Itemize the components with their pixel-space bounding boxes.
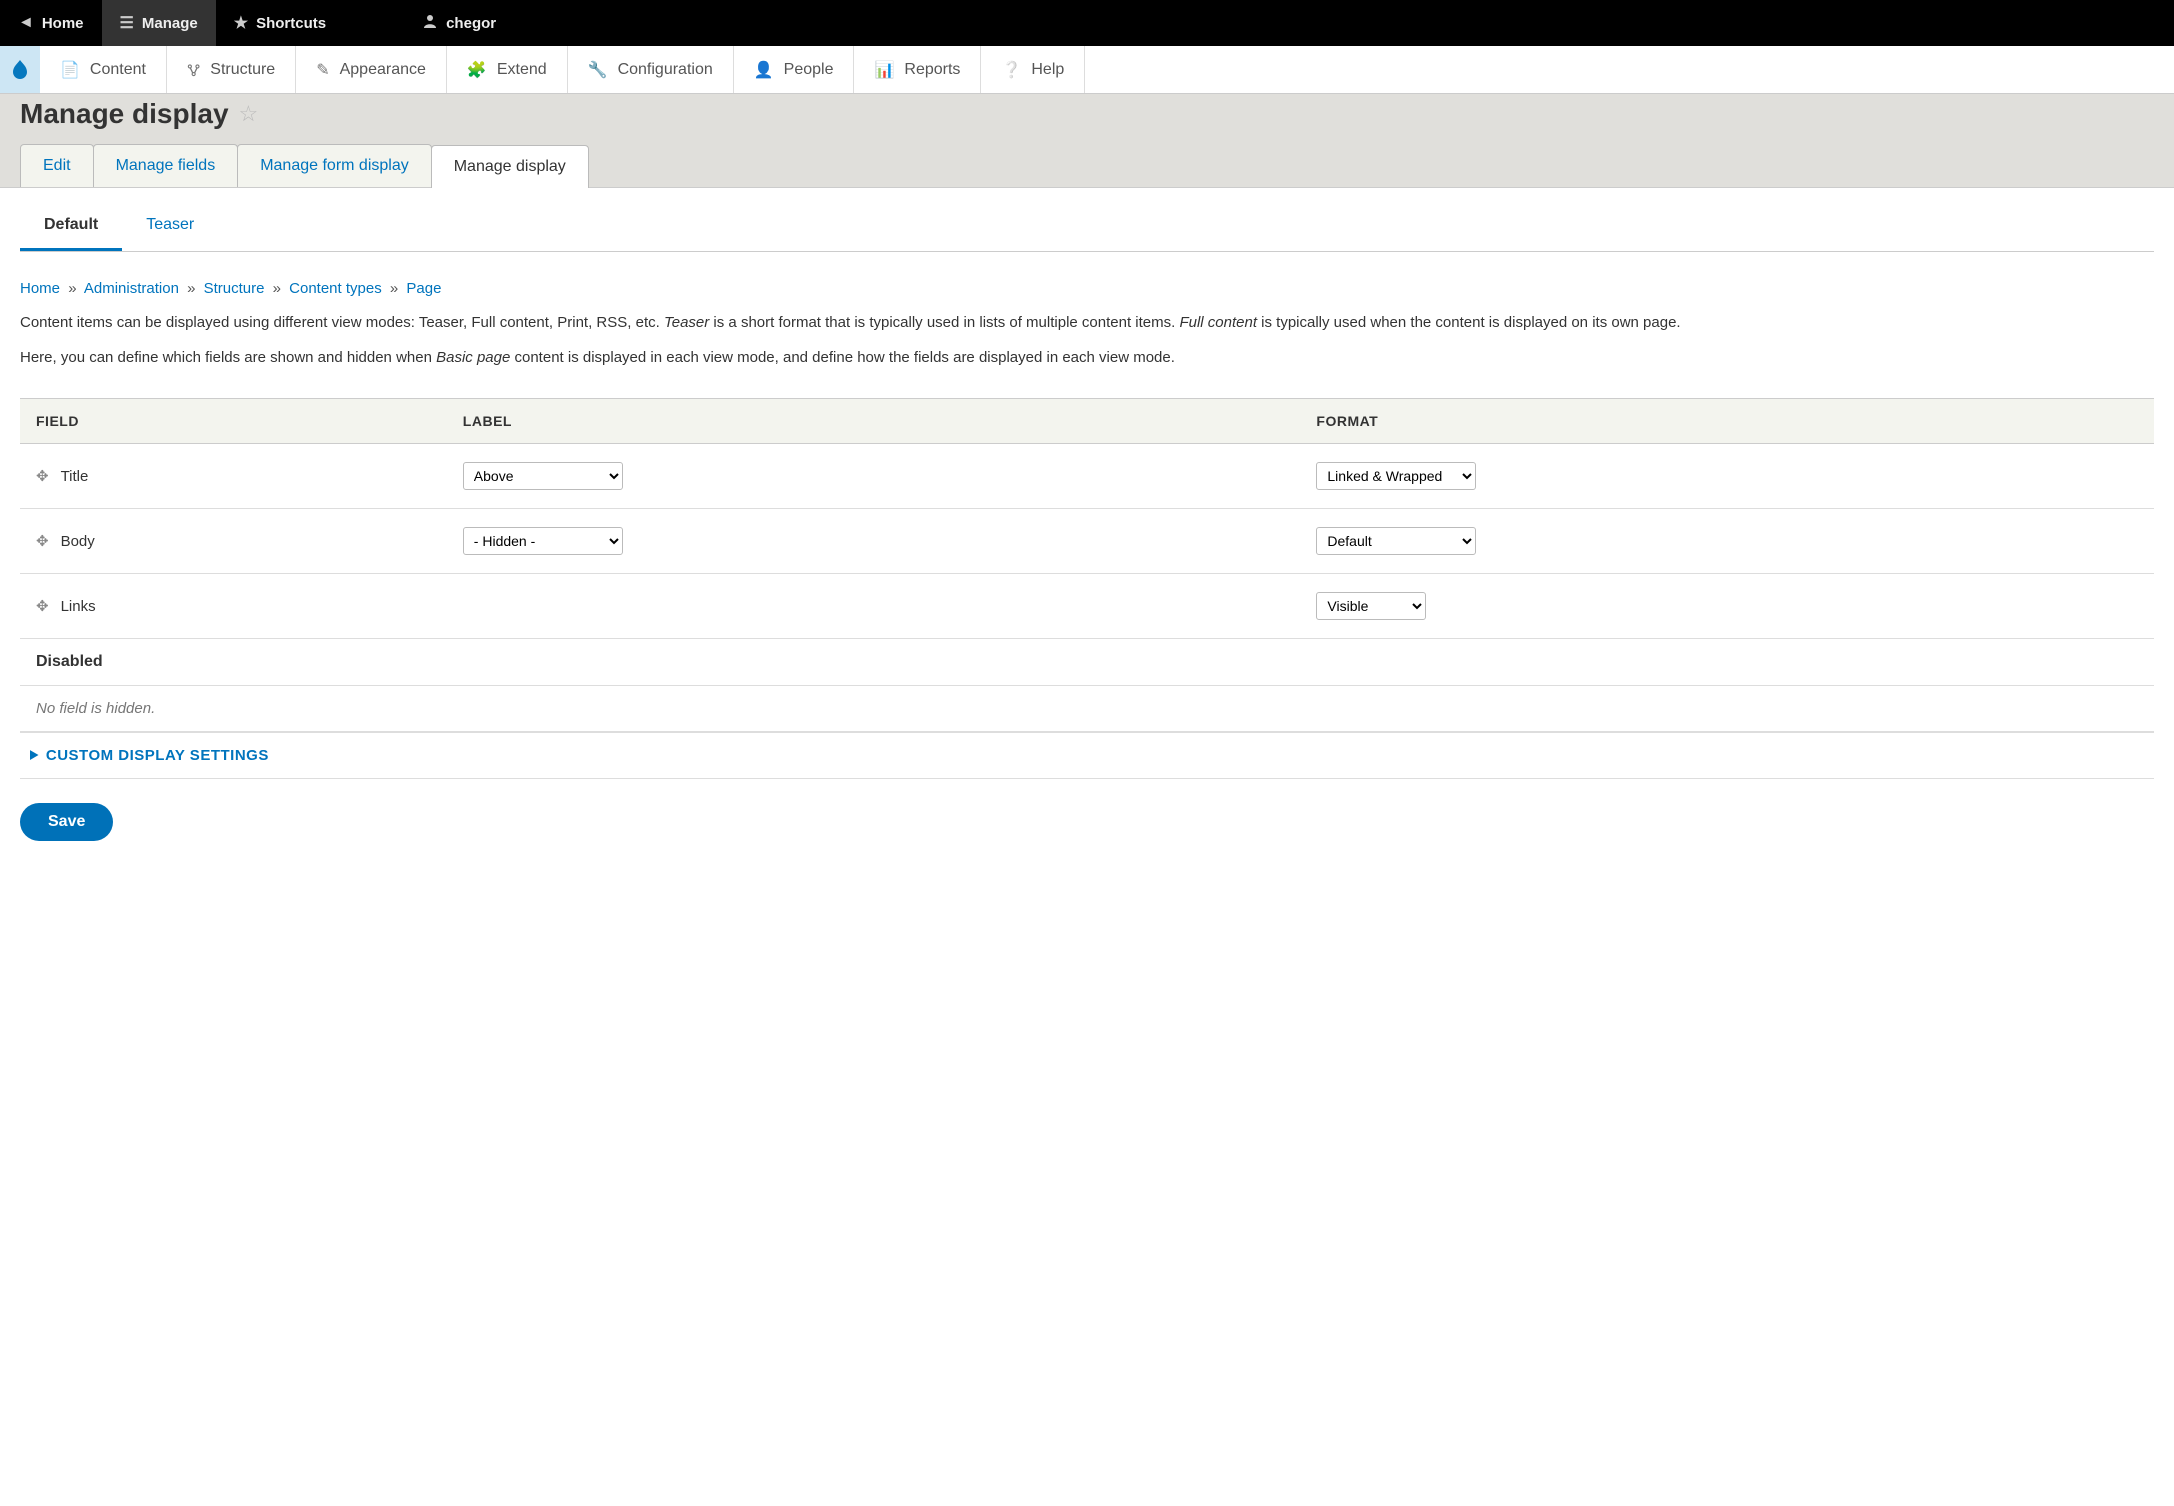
display-mode-tabs: Default Teaser — [20, 206, 2154, 252]
format-select-body[interactable]: Default — [1316, 527, 1476, 555]
menu-content[interactable]: 📄 Content — [40, 46, 167, 93]
field-display-table: FIELD LABEL FORMAT ✥ Title Above Linked &… — [20, 398, 2154, 732]
tab-manage-display[interactable]: Manage display — [431, 145, 589, 188]
menu-people[interactable]: 👤 People — [734, 46, 855, 93]
menu-configuration-label: Configuration — [618, 61, 713, 79]
custom-display-settings-summary[interactable]: CUSTOM DISPLAY SETTINGS — [30, 747, 2144, 764]
format-select-links[interactable]: Visible — [1316, 592, 1426, 620]
toolbar-home-label: Home — [42, 15, 84, 32]
table-row: ✥ Body - Hidden - Default — [20, 508, 2154, 573]
breadcrumb-home[interactable]: Home — [20, 280, 60, 297]
help-icon: ❔ — [1001, 60, 1021, 80]
table-row: ✥ Title Above Linked & Wrapped — [20, 443, 2154, 508]
col-field: FIELD — [20, 398, 447, 443]
file-icon: 📄 — [60, 60, 80, 80]
primary-tabs: Edit Manage fields Manage form display M… — [20, 144, 2154, 187]
brush-icon: ✎ — [316, 60, 329, 80]
breadcrumb-sep: » — [390, 280, 398, 297]
menu-content-label: Content — [90, 61, 146, 79]
menu-extend-label: Extend — [497, 61, 547, 79]
menu-help[interactable]: ❔ Help — [981, 46, 1085, 93]
menu-people-label: People — [784, 61, 834, 79]
toolbar-home[interactable]: ◄ Home — [0, 0, 102, 46]
no-hidden-row: No field is hidden. — [20, 685, 2154, 731]
field-name: Links — [61, 598, 96, 615]
col-format: FORMAT — [1300, 398, 2154, 443]
col-label: LABEL — [447, 398, 1301, 443]
label-select-title[interactable]: Above — [463, 462, 623, 490]
disabled-heading: Disabled — [20, 638, 2154, 685]
menu-extend[interactable]: 🧩 Extend — [447, 46, 568, 93]
subtab-teaser[interactable]: Teaser — [122, 206, 218, 251]
drag-handle-icon[interactable]: ✥ — [36, 533, 49, 550]
breadcrumb-page[interactable]: Page — [406, 280, 441, 297]
shortcut-star-icon[interactable]: ☆ — [239, 101, 259, 127]
help-paragraph-1: Content items can be displayed using dif… — [20, 311, 2154, 334]
custom-display-settings[interactable]: CUSTOM DISPLAY SETTINGS — [20, 732, 2154, 779]
sitemap-icon: 🜉 — [187, 53, 200, 86]
menu-icon: ☰ — [120, 13, 134, 33]
save-button[interactable]: Save — [20, 803, 113, 841]
breadcrumb-sep: » — [187, 280, 195, 297]
admin-toolbar: ◄ Home ☰ Manage ★ Shortcuts chegor — [0, 0, 2174, 46]
drupal-logo-icon[interactable] — [0, 46, 40, 93]
menu-appearance-label: Appearance — [340, 61, 426, 79]
table-row: ✥ Links Visible — [20, 573, 2154, 638]
no-hidden-text: No field is hidden. — [20, 685, 2154, 731]
drag-handle-icon[interactable]: ✥ — [36, 468, 49, 485]
toolbar-shortcuts-label: Shortcuts — [256, 15, 326, 32]
page-header: Manage display ☆ Edit Manage fields Mana… — [0, 94, 2174, 188]
breadcrumb-structure[interactable]: Structure — [204, 280, 265, 297]
tab-manage-fields[interactable]: Manage fields — [93, 144, 239, 187]
field-name: Body — [61, 533, 95, 550]
people-icon: 👤 — [754, 60, 774, 80]
back-icon: ◄ — [18, 14, 34, 32]
breadcrumb: Home » Administration » Structure » Cont… — [20, 280, 2154, 297]
label-select-body[interactable]: - Hidden - — [463, 527, 623, 555]
chart-icon: 📊 — [874, 60, 894, 80]
menu-structure-label: Structure — [210, 61, 275, 79]
toolbar-user-label: chegor — [446, 15, 496, 32]
breadcrumb-sep: » — [68, 280, 76, 297]
puzzle-icon: 🧩 — [467, 60, 487, 80]
breadcrumb-sep: » — [273, 280, 281, 297]
wrench-icon: 🔧 — [588, 60, 608, 80]
format-select-title[interactable]: Linked & Wrapped — [1316, 462, 1476, 490]
admin-menu: 📄Content 🜉Structure ✎Appearance 🧩Extend … — [0, 46, 2174, 94]
tab-manage-form-display[interactable]: Manage form display — [237, 144, 432, 187]
toolbar-shortcuts[interactable]: ★ Shortcuts — [216, 0, 344, 46]
help-paragraph-2: Here, you can define which fields are sh… — [20, 346, 2154, 369]
user-icon — [422, 13, 438, 34]
menu-help-label: Help — [1031, 61, 1064, 79]
menu-appearance[interactable]: ✎ Appearance — [296, 46, 447, 93]
content-region: Default Teaser Home » Administration » S… — [0, 188, 2174, 881]
toolbar-user[interactable]: chegor — [404, 0, 514, 46]
menu-configuration[interactable]: 🔧 Configuration — [568, 46, 734, 93]
breadcrumb-admin[interactable]: Administration — [84, 280, 179, 297]
page-title: Manage display — [20, 98, 229, 130]
toolbar-manage[interactable]: ☰ Manage — [102, 0, 216, 46]
tab-edit[interactable]: Edit — [20, 144, 94, 187]
star-icon: ★ — [234, 13, 248, 33]
disabled-section-row: Disabled — [20, 638, 2154, 685]
subtab-default[interactable]: Default — [20, 206, 122, 251]
breadcrumb-content-types[interactable]: Content types — [289, 280, 382, 297]
menu-reports-label: Reports — [904, 61, 960, 79]
menu-structure[interactable]: 🜉 Structure — [167, 46, 296, 93]
menu-reports[interactable]: 📊 Reports — [854, 46, 981, 93]
toolbar-manage-label: Manage — [142, 15, 198, 32]
field-name: Title — [61, 468, 89, 485]
drag-handle-icon[interactable]: ✥ — [36, 598, 49, 615]
